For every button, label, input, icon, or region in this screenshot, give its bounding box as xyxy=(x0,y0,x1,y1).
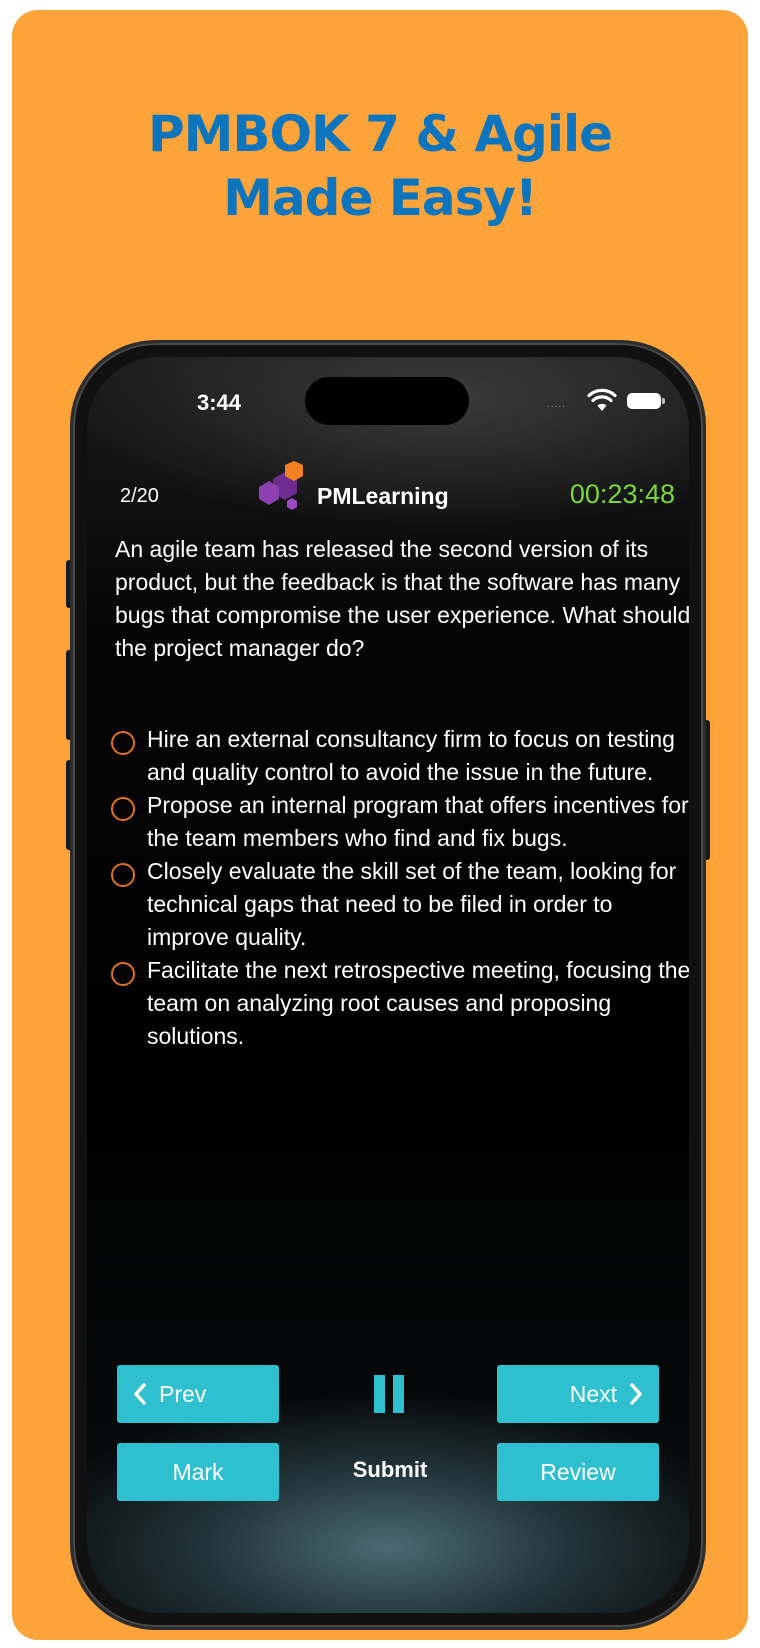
question-counter: 2/20 xyxy=(120,485,159,507)
radio-button-icon[interactable] xyxy=(111,731,135,755)
answer-option-text: Hire an external consultancy firm to foc… xyxy=(147,726,675,785)
phone-frame: 3:44 ..... 2/20 PMLearning 00:23:48 An a… xyxy=(70,340,706,1630)
app-screen: 3:44 ..... 2/20 PMLearning 00:23:48 An a… xyxy=(87,357,689,1613)
headline-line-1: PMBOK 7 & Agile xyxy=(147,105,613,163)
status-time: 3:44 xyxy=(197,390,242,415)
radio-button-icon[interactable] xyxy=(111,863,135,887)
quiz-timer: 00:23:48 xyxy=(569,479,675,509)
promo-headline: PMBOK 7 & Agile Made Easy! xyxy=(12,102,748,230)
pmlearning-logo-icon xyxy=(259,461,303,510)
dynamic-island xyxy=(305,377,469,425)
submit-button[interactable]: Submit xyxy=(325,1457,455,1483)
answer-option[interactable]: Hire an external consultancy firm to foc… xyxy=(111,723,689,789)
answer-option[interactable]: Closely evaluate the skill set of the te… xyxy=(111,855,689,954)
status-icons: ..... xyxy=(547,387,687,413)
mark-button[interactable]: Mark xyxy=(117,1443,279,1501)
review-button[interactable]: Review xyxy=(497,1443,659,1501)
headline-line-2: Made Easy! xyxy=(223,169,538,227)
next-button-label: Next xyxy=(569,1380,617,1407)
answer-option[interactable]: Facilitate the next retrospective meetin… xyxy=(111,954,689,1053)
chevron-left-icon xyxy=(134,1383,146,1405)
wifi-icon xyxy=(587,388,617,411)
answer-option-text: Closely evaluate the skill set of the te… xyxy=(147,858,677,950)
signal-dots: ..... xyxy=(547,399,566,410)
brand: PMLearning xyxy=(255,461,495,521)
pause-icon[interactable] xyxy=(372,1375,406,1413)
prev-button[interactable]: Prev xyxy=(117,1365,279,1423)
answer-option[interactable]: Propose an internal program that offers … xyxy=(111,789,689,855)
answer-option-text: Facilitate the next retrospective meetin… xyxy=(147,957,689,1049)
brand-name: PMLearning xyxy=(317,483,449,509)
chevron-right-icon xyxy=(630,1383,642,1405)
answer-option-text: Propose an internal program that offers … xyxy=(147,792,689,851)
question-text: An agile team has released the second ve… xyxy=(115,536,689,661)
battery-icon xyxy=(627,393,665,409)
next-button[interactable]: Next xyxy=(497,1365,659,1423)
answer-options: Hire an external consultancy firm to foc… xyxy=(111,723,689,1053)
radio-button-icon[interactable] xyxy=(111,797,135,821)
prev-button-label: Prev xyxy=(159,1380,207,1407)
radio-button-icon[interactable] xyxy=(111,962,135,986)
